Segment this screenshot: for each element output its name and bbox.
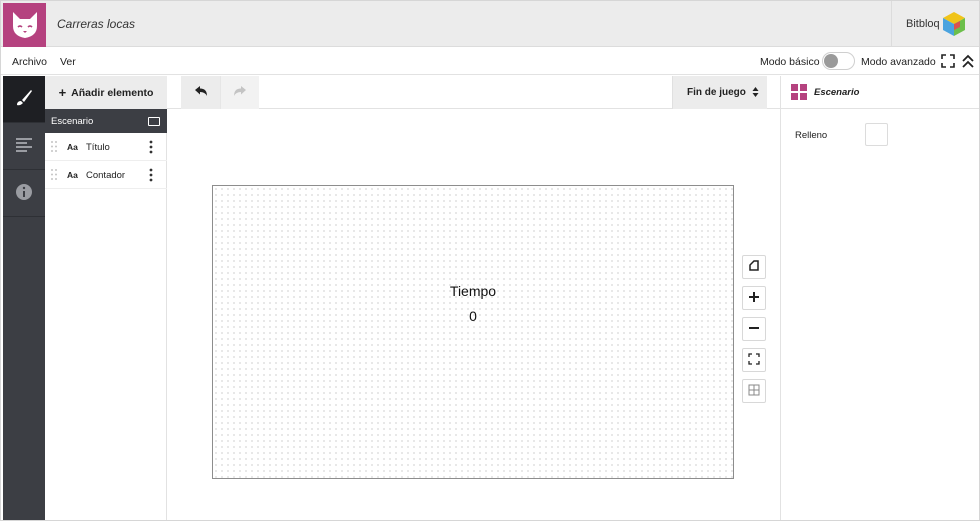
mode-toggle[interactable] bbox=[822, 52, 855, 70]
tab-info[interactable] bbox=[3, 170, 45, 217]
divider bbox=[891, 1, 892, 47]
zoom-in-icon bbox=[748, 291, 760, 306]
scene-select[interactable]: Fin de juego bbox=[672, 76, 767, 109]
more-options-icon[interactable] bbox=[149, 140, 153, 154]
shape-tool-button[interactable] bbox=[742, 255, 766, 279]
mode-advanced-label: Modo avanzado bbox=[861, 56, 936, 68]
drag-handle-icon[interactable] bbox=[51, 169, 57, 180]
mode-basic-label: Modo básico bbox=[760, 56, 820, 68]
left-sidebar bbox=[3, 76, 45, 520]
element-name: Contador bbox=[86, 170, 126, 181]
elements-panel: + Añadir elemento Escenario Aa Título Aa… bbox=[45, 76, 167, 520]
menu-bar: Archivo Ver Modo básico Modo avanzado bbox=[1, 48, 979, 75]
stage-title-text[interactable]: Tiempo bbox=[213, 283, 733, 299]
list-item[interactable]: Aa Título bbox=[45, 133, 167, 161]
properties-header: Escenario bbox=[781, 76, 979, 109]
scene-grid-icon bbox=[791, 84, 807, 100]
zoom-out-icon bbox=[748, 322, 760, 337]
tab-design[interactable] bbox=[3, 76, 45, 123]
fit-screen-icon bbox=[748, 352, 760, 368]
top-bar: Carreras locas Bitbloq bbox=[1, 1, 979, 47]
document-title[interactable]: Carreras locas bbox=[57, 17, 135, 31]
zoom-out-button[interactable] bbox=[742, 317, 766, 341]
brand-name: Bitbloq bbox=[906, 18, 940, 30]
menu-ver[interactable]: Ver bbox=[60, 56, 76, 68]
align-left-icon bbox=[15, 137, 33, 156]
toggle-knob bbox=[824, 54, 838, 68]
menu-archivo[interactable]: Archivo bbox=[12, 56, 47, 68]
plus-icon: + bbox=[58, 85, 67, 100]
game-stage-canvas[interactable]: Tiempo 0 bbox=[212, 185, 734, 479]
redo-icon bbox=[233, 85, 247, 100]
shape-icon bbox=[748, 259, 760, 275]
more-options-icon[interactable] bbox=[149, 168, 153, 182]
fill-label: Relleno bbox=[795, 130, 828, 141]
brush-icon bbox=[15, 89, 33, 110]
fox-logo-icon[interactable] bbox=[3, 3, 46, 47]
app-window: Carreras locas Bitbloq Archivo Ver Modo … bbox=[0, 0, 980, 521]
fullscreen-icon[interactable] bbox=[941, 54, 955, 68]
undo-button[interactable] bbox=[181, 76, 220, 109]
zoom-in-button[interactable] bbox=[742, 286, 766, 310]
fit-screen-button[interactable] bbox=[742, 348, 766, 372]
scene-item[interactable]: Escenario bbox=[45, 109, 167, 133]
stage-counter-text[interactable]: 0 bbox=[213, 308, 733, 324]
scene-label: Escenario bbox=[51, 116, 94, 127]
bitbloq-cube-icon bbox=[940, 10, 968, 38]
element-name: Título bbox=[86, 142, 110, 153]
scene-select-value: Fin de juego bbox=[687, 87, 746, 98]
undo-icon bbox=[194, 85, 208, 100]
rectangle-icon bbox=[148, 117, 160, 126]
info-icon bbox=[15, 183, 33, 204]
properties-title: Escenario bbox=[814, 87, 860, 98]
redo-button[interactable] bbox=[220, 76, 259, 109]
add-element-button[interactable]: + Añadir elemento bbox=[45, 76, 167, 109]
collapse-up-icon[interactable] bbox=[961, 53, 975, 69]
drag-handle-icon[interactable] bbox=[51, 141, 57, 152]
text-type-icon: Aa bbox=[67, 170, 78, 180]
fill-color-picker[interactable] bbox=[865, 123, 888, 146]
properties-panel: Escenario Relleno bbox=[780, 76, 979, 520]
canvas-toolbar: Fin de juego bbox=[167, 76, 780, 109]
tab-blocks[interactable] bbox=[3, 123, 45, 170]
list-item[interactable]: Aa Contador bbox=[45, 161, 167, 189]
grid-toggle-button[interactable] bbox=[742, 379, 766, 403]
grid-icon bbox=[748, 384, 760, 399]
text-type-icon: Aa bbox=[67, 142, 78, 152]
sort-arrows-icon bbox=[752, 86, 759, 101]
add-element-label: Añadir elemento bbox=[71, 86, 154, 99]
